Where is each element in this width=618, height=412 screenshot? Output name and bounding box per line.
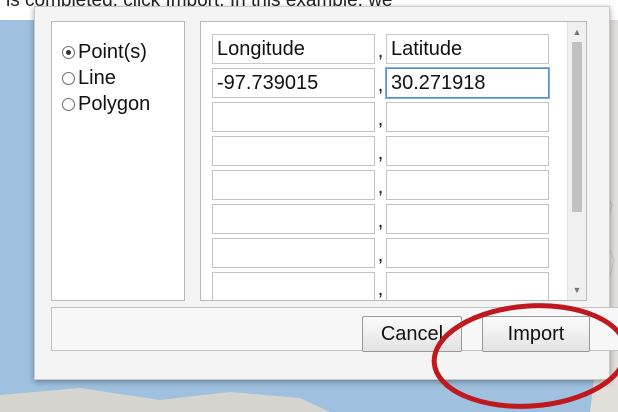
radio-polygon-label: Polygon xyxy=(78,92,151,115)
latitude-input[interactable] xyxy=(386,204,549,234)
longitude-input[interactable] xyxy=(212,238,375,268)
latitude-input[interactable] xyxy=(386,136,549,166)
latitude-input[interactable]: 30.271918 xyxy=(386,68,549,98)
separator: , xyxy=(377,142,384,164)
cancel-button[interactable]: Cancel xyxy=(362,316,462,352)
separator: , xyxy=(377,210,384,232)
latitude-input[interactable] xyxy=(386,102,549,132)
latitude-header: Latitude xyxy=(386,34,549,64)
coordinate-table: Longitude , Latitude -97.739015 , 30.271… xyxy=(200,21,587,301)
separator: , xyxy=(377,108,384,130)
coordinate-row: , xyxy=(212,238,552,268)
coordinate-header-row: Longitude , Latitude xyxy=(212,34,552,64)
coordinate-row: , xyxy=(212,136,552,166)
longitude-input[interactable] xyxy=(212,272,375,300)
latitude-input[interactable] xyxy=(386,272,549,300)
separator: , xyxy=(377,40,384,62)
radio-line-icon[interactable] xyxy=(62,71,75,85)
radio-option-polygon[interactable]: Polygon xyxy=(62,92,150,116)
scroll-down-arrow-icon[interactable]: ▼ xyxy=(568,282,586,298)
radio-points-label: Point(s) xyxy=(78,40,147,63)
separator: , xyxy=(377,244,384,266)
import-coordinates-dialog: Point(s) Line Polygon Longitude , Latitu… xyxy=(34,6,618,380)
radio-option-points[interactable]: Point(s) xyxy=(62,40,147,64)
longitude-header: Longitude xyxy=(212,34,375,64)
radio-line-label: Line xyxy=(78,66,116,89)
coordinate-row: , xyxy=(212,170,552,200)
coordinate-row: , xyxy=(212,272,552,300)
radio-polygon-icon[interactable] xyxy=(62,97,75,111)
import-button[interactable]: Import xyxy=(482,316,590,352)
longitude-input[interactable] xyxy=(212,204,375,234)
latitude-input[interactable] xyxy=(386,238,549,268)
coordinate-row: -97.739015 , 30.271918 xyxy=(212,68,552,98)
radio-points-selected-icon[interactable] xyxy=(62,45,75,59)
separator: , xyxy=(377,176,384,198)
geometry-type-group: Point(s) Line Polygon xyxy=(51,21,185,301)
longitude-input[interactable]: -97.739015 xyxy=(212,68,375,98)
radio-option-line[interactable]: Line xyxy=(62,66,116,90)
scrollbar-thumb[interactable] xyxy=(572,42,582,212)
coordinate-scrollbar[interactable]: ▲ ▼ xyxy=(567,22,586,300)
longitude-input[interactable] xyxy=(212,102,375,132)
separator: , xyxy=(377,74,384,96)
latitude-input[interactable] xyxy=(386,170,549,200)
separator: , xyxy=(377,278,384,300)
coordinate-row: , xyxy=(212,102,552,132)
dialog-footer: Cancel Import xyxy=(51,307,618,352)
longitude-input[interactable] xyxy=(212,136,375,166)
longitude-input[interactable] xyxy=(212,170,375,200)
coordinate-row: , xyxy=(212,204,552,234)
scroll-up-arrow-icon[interactable]: ▲ xyxy=(568,24,586,40)
